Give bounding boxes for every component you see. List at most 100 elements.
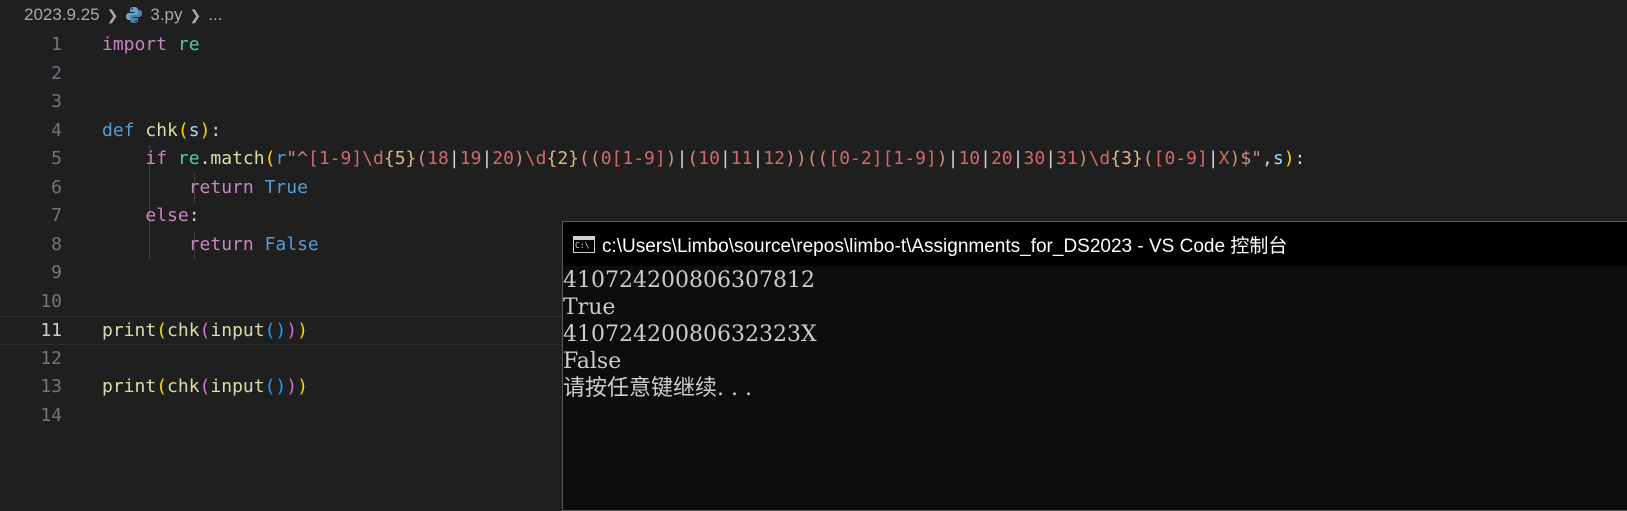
code-token: 18 xyxy=(427,148,449,169)
line-number: 9 xyxy=(51,262,62,283)
line-number: 5 xyxy=(51,148,62,169)
code-text: return False xyxy=(102,231,319,260)
code-token: | xyxy=(1207,148,1219,169)
console-window[interactable]: C:\ c:\Users\Limbo\source\repos\limbo-t\… xyxy=(562,221,1627,511)
code-token: if xyxy=(145,148,168,169)
code-token: {2} xyxy=(546,148,580,169)
console-output: 410724200806307812 True 4107242008063232… xyxy=(563,266,1627,402)
code-token: [0-9] xyxy=(1153,148,1208,169)
code-text: else: xyxy=(102,202,200,231)
code-token: ( xyxy=(687,148,699,169)
line-number: 1 xyxy=(51,34,62,55)
console-line: 410724200806307812 xyxy=(563,268,815,293)
line-number: 2 xyxy=(51,62,62,84)
code-token: import xyxy=(102,34,168,55)
line-number: 7 xyxy=(51,205,62,226)
code-token: return xyxy=(188,233,254,255)
code-token: print xyxy=(102,376,157,397)
code-token: ) xyxy=(286,376,298,397)
code-token: True xyxy=(264,176,308,198)
line-number: 8 xyxy=(51,233,62,255)
code-token: | xyxy=(980,148,991,169)
code-token: ( xyxy=(199,376,211,397)
code-token: (( xyxy=(579,148,601,169)
code-token: ) xyxy=(1077,148,1089,169)
code-line[interactable]: 2 xyxy=(0,60,1627,89)
code-token: 12 xyxy=(763,148,786,169)
console-line: 41072420080632323X xyxy=(563,322,817,347)
code-text: return True xyxy=(102,174,308,203)
code-token: | xyxy=(1045,148,1057,169)
console-app-icon: C:\ xyxy=(573,235,595,253)
code-token: s xyxy=(188,119,200,141)
breadcrumb-more[interactable]: ... xyxy=(208,5,222,25)
code-token: 10 xyxy=(958,148,981,169)
code-token: | xyxy=(1012,148,1024,169)
console-line: 请按任意键继续. . . xyxy=(563,376,752,401)
code-token: re xyxy=(177,34,200,55)
breadcrumb-folder[interactable]: 2023.9.25 xyxy=(24,5,100,25)
code-token: : xyxy=(210,119,222,141)
code-token: 30 xyxy=(1023,148,1046,169)
code-token: | xyxy=(448,148,460,169)
line-number: 14 xyxy=(40,404,62,426)
console-line: True xyxy=(563,295,616,320)
code-token: ) xyxy=(936,148,948,169)
code-token: {5} xyxy=(383,148,417,169)
code-token: )$" xyxy=(1229,148,1262,169)
code-token: . xyxy=(199,148,211,169)
console-title-bar[interactable]: C:\ c:\Users\Limbo\source\repos\limbo-t\… xyxy=(563,222,1627,266)
code-token: match xyxy=(210,148,265,169)
code-token: X xyxy=(1218,148,1230,169)
code-token: [1-9] xyxy=(882,148,937,169)
code-token: 31 xyxy=(1056,148,1078,169)
code-line[interactable]: 6 return True xyxy=(0,173,1627,203)
code-token: ) xyxy=(297,320,308,341)
code-token: 19 xyxy=(459,148,482,169)
code-token: s xyxy=(1272,148,1284,169)
code-token: ) xyxy=(286,320,298,341)
code-token: chk xyxy=(167,320,200,341)
code-token: "^ xyxy=(286,148,308,169)
line-number: 11 xyxy=(40,320,62,341)
code-token: : xyxy=(188,205,200,226)
code-token: 10 xyxy=(698,148,720,169)
code-token: 20 xyxy=(990,148,1013,169)
chevron-right-icon: ❯ xyxy=(106,6,119,23)
code-token: ) xyxy=(297,376,308,397)
code-token: input xyxy=(210,320,265,341)
code-line[interactable]: 5 if re.match(r"^[1-9]\d{5}(18|19|20)\d{… xyxy=(0,145,1627,174)
code-token: \d xyxy=(524,148,547,169)
code-text: def chk(s): xyxy=(102,117,221,146)
code-token: ( xyxy=(199,320,211,341)
code-token: 20 xyxy=(492,148,514,169)
breadcrumb-file[interactable]: 3.py xyxy=(150,5,182,25)
code-line[interactable]: 4 def chk(s): xyxy=(0,117,1627,146)
line-number: 10 xyxy=(40,290,62,312)
code-token: ( xyxy=(156,320,168,341)
line-number: 13 xyxy=(40,376,62,397)
code-text: print(chk(input())) xyxy=(102,373,308,402)
code-token: False xyxy=(264,233,319,255)
code-token: ( xyxy=(177,119,189,141)
code-token: {3} xyxy=(1110,148,1143,169)
code-token: 0 xyxy=(600,148,612,169)
code-line[interactable]: 3 xyxy=(0,88,1627,117)
code-token: () xyxy=(264,376,287,397)
code-token: ( xyxy=(264,148,276,169)
code-token: : xyxy=(1294,148,1306,169)
code-token: re xyxy=(177,148,200,169)
breadcrumb: 2023.9.25 ❯ 3.py ❯ ... xyxy=(0,0,1627,30)
code-token: , xyxy=(1262,148,1273,169)
code-line[interactable]: 1 import re xyxy=(0,31,1627,60)
code-token: ( xyxy=(156,376,168,397)
code-text: print(chk(input())) xyxy=(102,317,308,346)
code-text: if re.match(r"^[1-9]\d{5}(18|19|20)\d{2}… xyxy=(102,145,1305,174)
code-token: ))(( xyxy=(785,148,829,169)
